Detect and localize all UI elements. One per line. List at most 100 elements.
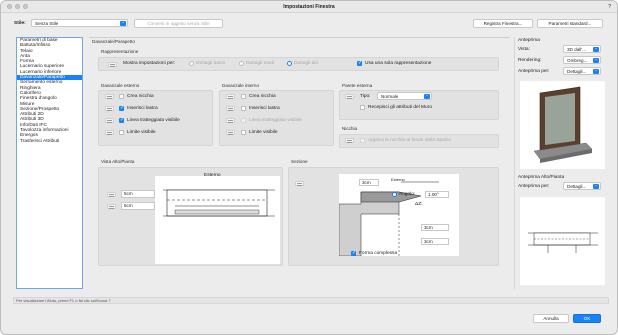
ok-button[interactable]: OK	[573, 314, 601, 323]
limite-visibile-esterno-checkbox[interactable]	[119, 130, 124, 135]
pen-icon	[108, 62, 117, 67]
pen-icon	[105, 118, 114, 123]
pen-icon	[295, 181, 304, 186]
sezione-value-2-input[interactable]: 3cm	[421, 238, 449, 245]
radio-dettagli-bassi[interactable]	[189, 61, 194, 66]
forma-complessa-checkbox[interactable]	[351, 251, 356, 256]
applica-nicchia-label: Applica la nicchia al fondo della Spazio	[368, 138, 451, 143]
linea-tratteggiata-esterno-checkbox[interactable]	[119, 118, 124, 123]
anteprima-per-label: Anteprima per:	[518, 69, 550, 74]
rendering-value: Ombreg...	[567, 58, 588, 63]
dz-label: ΔZ:	[415, 202, 423, 207]
pen-icon	[107, 204, 116, 209]
registra-finestra-button[interactable]: Registra Finestra...	[473, 19, 533, 28]
linea-tratteggiata-interno-checkbox[interactable]	[241, 118, 246, 123]
tipo-value: Normale	[381, 94, 399, 99]
recepisci-label: Recepisci gli attributi del Muro	[368, 105, 432, 110]
vista-alto-title: Vista Alto/Pianta	[101, 159, 135, 164]
anteprima-title: Anteprima	[518, 38, 540, 43]
limite-visibile-interno-label: Limite visibile	[249, 130, 278, 135]
usa-una-sola-checkbox[interactable]	[357, 61, 362, 66]
anteprima-per-dropdown[interactable]: Dettagli... ⌃	[563, 67, 601, 75]
vista-value-2-input[interactable]: 5cm	[121, 202, 155, 210]
dettagli-bassi-label: Dettagli bassi	[196, 61, 225, 66]
stile-label: Stile:	[14, 21, 26, 26]
window-title: Impostazioni Finestra	[283, 4, 335, 10]
chevron-updown-icon: ⌃	[120, 21, 126, 26]
status-bar: Per visualizzare l'Aiuto, premi F1 o fai…	[13, 297, 609, 304]
inserisci-lastra-interno-checkbox[interactable]	[241, 106, 246, 111]
settings-category-list: Parametri di base Battuta/Infisso Telaio An…	[16, 37, 83, 289]
rendering-label: Rendering:	[518, 58, 542, 63]
radio-dettagli-medi[interactable]	[239, 61, 244, 66]
davanzale-interno-title: Davanzale interno	[222, 83, 260, 88]
recepisci-checkbox[interactable]	[360, 105, 365, 110]
mostra-label: Mostra impostazioni per:	[123, 61, 176, 66]
pen-icon	[105, 106, 114, 111]
convert-button[interactable]: Converti in oggetto senza Stile	[134, 19, 223, 28]
rendering-dropdown[interactable]: Ombreg... ⌃	[563, 56, 601, 64]
forma-complessa-label: Forma complessa	[359, 251, 398, 256]
angolo-radio[interactable]	[392, 192, 397, 197]
chevron-updown-icon: ⌃	[593, 58, 599, 63]
rappresentazione-title: Rappresentazione	[101, 49, 139, 54]
pen-icon	[226, 94, 235, 99]
tipo-label: Tipo:	[360, 94, 371, 99]
pen-icon	[226, 106, 235, 111]
parete-esterna-title: Parete esterna	[342, 83, 373, 88]
plan-preview-image	[520, 197, 605, 285]
crea-nicchia-interno-checkbox[interactable]	[241, 94, 246, 99]
angolo-label: Angolo:	[399, 192, 416, 197]
chevron-updown-icon: ⌃	[593, 69, 599, 74]
pen-icon	[105, 94, 114, 99]
pen-icon	[345, 138, 354, 143]
applica-nicchia-checkbox[interactable]	[360, 138, 365, 143]
limite-visibile-interno-checkbox[interactable]	[241, 130, 246, 135]
inserisci-lastra-interno-label: Inserisci lastra	[249, 106, 280, 111]
vista-alto-drawing	[155, 176, 280, 264]
3d-preview-image	[520, 81, 605, 169]
help-icon[interactable]: ?	[608, 4, 611, 10]
sezione-value-1-input[interactable]: 3cm	[421, 224, 449, 231]
sidebar-item[interactable]: Trasferisci Attributi	[17, 139, 82, 144]
pen-icon	[226, 118, 235, 123]
angolo-input[interactable]: 1.00°	[425, 191, 449, 198]
inserisci-lastra-esterno-checkbox[interactable]	[119, 106, 124, 111]
pen-icon	[107, 192, 116, 197]
vista-value: 3D dall'...	[567, 47, 587, 52]
chevron-updown-icon: ⌃	[424, 94, 430, 99]
alto-per-label: Anteprima per:	[518, 184, 550, 189]
stile-dropdown[interactable]: Senza Stile ⌃	[31, 19, 128, 27]
linea-tratteggiata-esterno-label: Linea tratteggiata visibile	[127, 118, 180, 123]
chevron-updown-icon: ⌃	[593, 47, 599, 52]
pen-icon	[345, 94, 354, 99]
title-bar: Impostazioni Finestra ?	[1, 1, 617, 13]
panel-title: Davanzale/Parapetto	[92, 39, 135, 44]
vista-label: Vista:	[518, 47, 530, 52]
vista-value-1-input[interactable]: 5cm	[121, 190, 155, 198]
dettagli-alti-label: Dettagli alti	[294, 61, 318, 66]
davanzale-panel: Davanzale/Parapetto Rappresentazione Mos…	[89, 37, 510, 289]
usa-una-sola-label: Usa una sola rappresentazione	[365, 61, 432, 66]
crea-nicchia-interno-label: Crea nicchia	[249, 94, 276, 99]
stile-value: Senza Stile	[35, 21, 59, 26]
sezione-top-input[interactable]: 3cm	[359, 179, 379, 186]
pen-icon	[226, 130, 235, 135]
tipo-dropdown[interactable]: Normale ⌃	[377, 92, 432, 100]
sezione-title: Sezione	[291, 159, 308, 164]
chevron-updown-icon: ⌃	[593, 184, 599, 189]
radio-dettagli-alti[interactable]	[287, 61, 292, 66]
anteprima-alto-title: Anteprima Alto/Pianta	[518, 175, 565, 180]
davanzale-esterno-title: Davanzale esterno	[101, 83, 140, 88]
alto-per-dropdown[interactable]: Dettagli... ⌃	[563, 182, 601, 190]
crea-nicchia-esterno-checkbox[interactable]	[119, 94, 124, 99]
parametri-standard-button[interactable]: Parametri standard...	[537, 19, 603, 28]
cancel-button[interactable]: Annulla	[533, 314, 569, 323]
vista-dropdown[interactable]: 3D dall'... ⌃	[563, 45, 601, 53]
anteprima-per-value: Dettagli...	[567, 69, 587, 74]
limite-visibile-esterno-label: Limite visibile	[127, 130, 156, 135]
settings-window: Impostazioni Finestra ? Stile: Senza Sti…	[0, 0, 618, 335]
inserisci-lastra-esterno-label: Inserisci lastra	[127, 106, 158, 111]
alto-per-value: Dettagli...	[567, 184, 587, 189]
pen-icon	[105, 130, 114, 135]
